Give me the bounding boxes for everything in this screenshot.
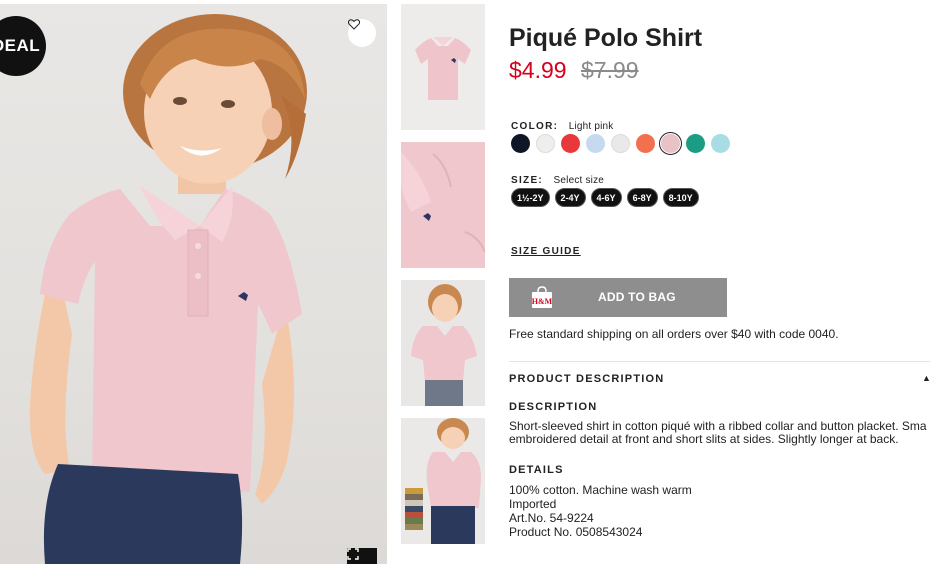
color-swatch[interactable] — [561, 134, 580, 153]
striped-blanket — [405, 488, 423, 530]
details-list: 100% cotton. Machine wash warm Imported … — [509, 483, 692, 539]
caret-up-icon[interactable]: ▲ — [922, 373, 930, 383]
color-swatch[interactable] — [511, 134, 530, 153]
size-option[interactable]: 2-4Y — [554, 188, 586, 207]
details-item: Art.No. 54-9224 — [509, 511, 594, 525]
product-description-toggle[interactable]: PRODUCT DESCRIPTION — [509, 373, 664, 385]
details-item: Product No. 0508543024 — [509, 525, 643, 539]
original-price: $7.99 — [581, 57, 639, 83]
size-option[interactable]: 4-6Y — [590, 188, 622, 207]
thumbnail-child-action — [401, 418, 485, 544]
color-swatch-list — [511, 132, 730, 155]
thumbnail-2[interactable] — [401, 142, 485, 268]
shipping-note: Free standard shipping on all orders ove… — [509, 327, 839, 341]
details-item: Imported — [509, 497, 557, 511]
size-option[interactable]: 6-8Y — [626, 188, 658, 207]
thumbnail-shirt-flat — [401, 4, 485, 130]
zoom-button[interactable] — [347, 548, 377, 564]
color-swatch[interactable] — [586, 134, 605, 153]
color-selector-label: COLOR: Light pink — [511, 116, 614, 134]
color-swatch[interactable] — [611, 134, 630, 153]
color-swatch[interactable] — [711, 134, 730, 153]
color-value: Light pink — [568, 121, 614, 132]
expand-icon — [347, 548, 359, 560]
favorite-button[interactable] — [348, 19, 376, 47]
shopping-bag-icon: H&M — [532, 286, 553, 308]
product-title: Piqué Polo Shirt — [509, 24, 703, 52]
size-value: Select size — [553, 175, 605, 186]
size-option[interactable]: 8-10Y — [662, 188, 699, 207]
size-selector-label: SIZE: Select size — [511, 170, 604, 188]
color-swatch[interactable] — [686, 134, 705, 153]
size-guide-link[interactable]: SIZE GUIDE — [511, 246, 581, 257]
section-divider — [509, 361, 930, 362]
size-label: SIZE: — [511, 175, 544, 186]
thumbnail-shirt-detail — [401, 142, 485, 268]
thumbnail-3[interactable] — [401, 280, 485, 406]
thumbnail-1[interactable] — [401, 4, 485, 130]
thumbnail-child-front — [401, 280, 485, 406]
thumbnail-4[interactable] — [401, 418, 485, 544]
details-heading: DETAILS — [509, 464, 564, 476]
add-to-bag-label: ADD TO BAG — [598, 290, 676, 304]
size-option-list: 1½-2Y 2-4Y 4-6Y 6-8Y 8-10Y — [511, 188, 699, 207]
main-product-image[interactable]: DEAL — [0, 4, 387, 564]
brand-logo: H&M — [532, 297, 553, 306]
description-text: Short-sleeved shirt in cotton piqué with… — [509, 420, 930, 446]
size-option[interactable]: 1½-2Y — [511, 188, 550, 207]
description-line: embroidered detail at front and short sl… — [509, 432, 899, 446]
sale-price: $4.99 — [509, 57, 567, 83]
color-label: COLOR: — [511, 121, 559, 132]
add-to-bag-button[interactable]: H&M ADD TO BAG — [509, 278, 727, 317]
heart-icon — [348, 19, 360, 30]
description-heading: DESCRIPTION — [509, 401, 598, 413]
child-model-illustration — [29, 14, 307, 564]
color-swatch[interactable] — [659, 132, 682, 155]
color-swatch[interactable] — [536, 134, 555, 153]
details-item: 100% cotton. Machine wash warm — [509, 483, 692, 497]
color-swatch[interactable] — [636, 134, 655, 153]
